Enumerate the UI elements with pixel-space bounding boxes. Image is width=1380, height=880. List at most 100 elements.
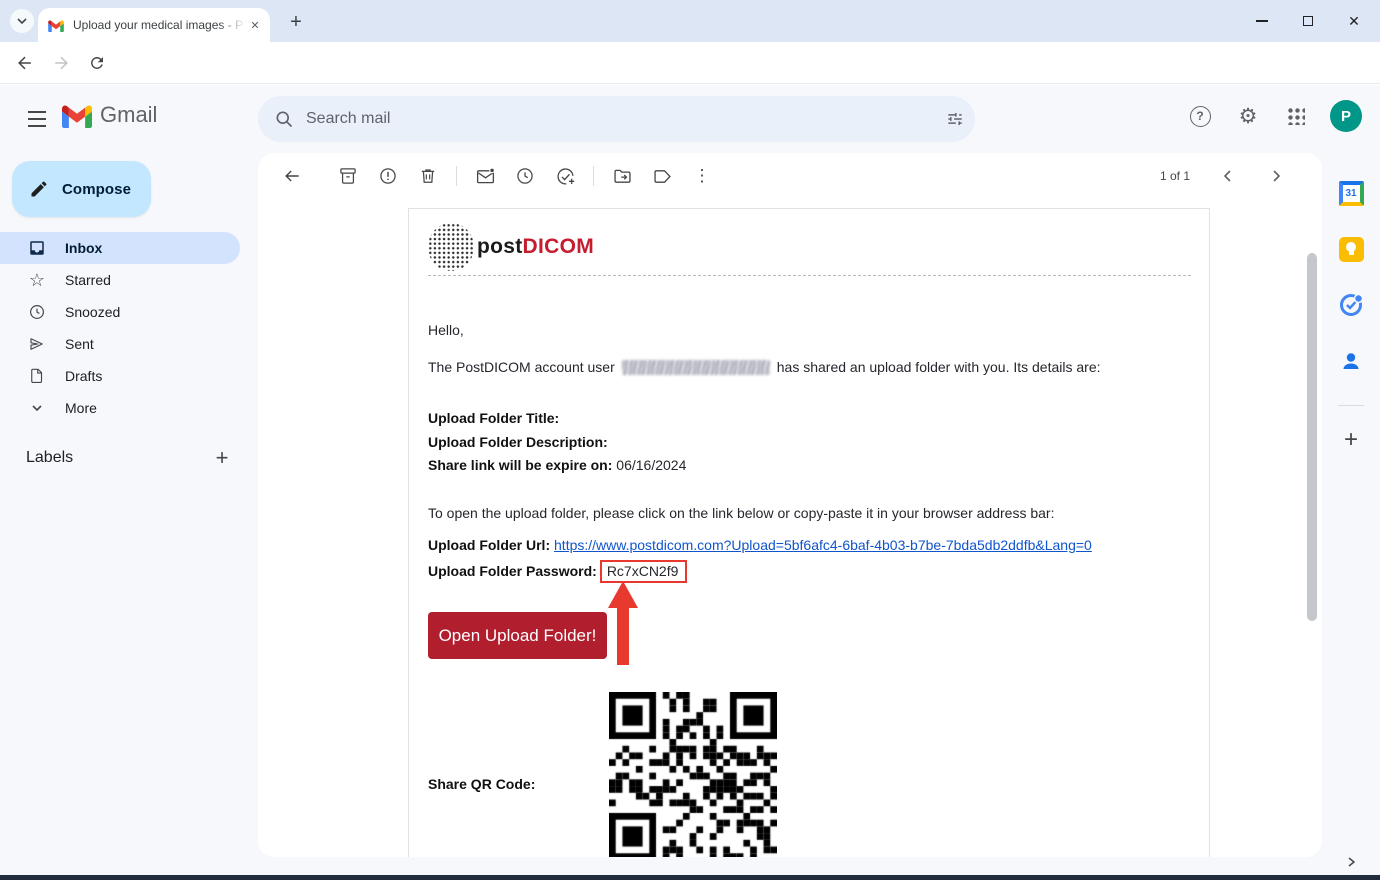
- sidebar-item-label: Inbox: [65, 240, 102, 256]
- sidebar-item-label: Starred: [65, 272, 111, 288]
- dotted-globe-icon: [428, 223, 474, 271]
- search-icon: [274, 109, 294, 129]
- mail-view: ⋮ 1 of 1 postDICOM Hello,: [258, 153, 1322, 857]
- back-to-inbox-button[interactable]: [272, 156, 312, 196]
- gmail-app: Gmail ? ⚙ P Compose: [0, 85, 1380, 875]
- window-minimize-button[interactable]: [1254, 13, 1270, 29]
- instruction-text: To open the upload folder, please click …: [428, 505, 1054, 521]
- sidebar-item-drafts[interactable]: Drafts: [0, 360, 240, 392]
- qr-code-image: [609, 692, 777, 857]
- mark-unread-button[interactable]: [465, 156, 505, 196]
- get-addons-button[interactable]: +: [1344, 426, 1358, 454]
- compose-button[interactable]: Compose: [12, 161, 151, 217]
- calendar-icon: 31: [1339, 181, 1364, 206]
- main-menu-button[interactable]: [24, 106, 50, 132]
- newer-button[interactable]: [1208, 156, 1248, 196]
- settings-button[interactable]: ⚙: [1234, 102, 1262, 130]
- forward-arrow-icon: [51, 53, 71, 73]
- brand-word-post: post: [477, 235, 523, 258]
- open-upload-folder-button[interactable]: Open Upload Folder!: [428, 612, 607, 659]
- email-body: postDICOM Hello, The PostDICOM account u…: [408, 208, 1210, 857]
- account-avatar[interactable]: P: [1330, 100, 1362, 132]
- clock-icon: [515, 166, 535, 186]
- new-tab-button[interactable]: +: [283, 9, 309, 35]
- archive-button[interactable]: [328, 156, 368, 196]
- browser-titlebar: Upload your medical images - P ✕ + ✕: [0, 0, 1380, 42]
- window-maximize-button[interactable]: [1300, 13, 1316, 29]
- browser-toolbar: mail.google.com/mail/u/0/#inbox/FMfcgzGx…: [0, 42, 1380, 84]
- forward-button[interactable]: [48, 50, 74, 76]
- sidebar: Compose Inbox ☆ Starred Snoozed: [0, 153, 256, 875]
- sidebar-item-label: Sent: [65, 336, 94, 352]
- sidebar-item-more[interactable]: More: [0, 392, 240, 424]
- help-button[interactable]: ?: [1186, 102, 1214, 130]
- back-button[interactable]: [12, 50, 38, 76]
- reload-button[interactable]: [84, 50, 110, 76]
- mail-toolbar: ⋮ 1 of 1: [258, 153, 1322, 199]
- qr-code-label: Share QR Code:: [428, 776, 535, 792]
- snooze-button[interactable]: [505, 156, 545, 196]
- sidebar-item-snoozed[interactable]: Snoozed: [0, 296, 240, 328]
- sidebar-item-inbox[interactable]: Inbox: [0, 232, 240, 264]
- scrollbar-thumb[interactable]: [1307, 253, 1317, 621]
- google-apps-button[interactable]: [1282, 102, 1310, 130]
- envelope-unread-icon: [475, 166, 496, 187]
- upload-url-line: Upload Folder Url: https://www.postdicom…: [428, 537, 1092, 553]
- search-bar[interactable]: [258, 96, 975, 142]
- reload-icon: [88, 54, 106, 72]
- tasks-icon: [1338, 292, 1364, 318]
- pencil-icon: [29, 179, 49, 199]
- gmail-m-icon: [62, 103, 92, 128]
- upload-folder-link[interactable]: https://www.postdicom.com?Upload=5bf6afc…: [554, 537, 1092, 553]
- star-icon: ☆: [27, 270, 47, 290]
- tab-close-button[interactable]: ✕: [246, 16, 264, 34]
- greeting-text: Hello,: [428, 322, 464, 338]
- window-bottom-edge: [0, 875, 1380, 880]
- folder-title-label: Upload Folder Title:: [428, 410, 559, 426]
- annotation-arrow-icon: [608, 581, 638, 665]
- keep-button[interactable]: [1337, 235, 1365, 263]
- add-to-tasks-button[interactable]: [545, 156, 585, 196]
- rail-divider: [1338, 405, 1364, 406]
- sidebar-item-starred[interactable]: ☆ Starred: [0, 264, 240, 296]
- gear-icon: ⚙: [1239, 104, 1258, 129]
- apps-grid-icon: [1287, 107, 1305, 125]
- kebab-icon: ⋮: [694, 166, 711, 186]
- search-input[interactable]: [306, 110, 933, 128]
- pagination-label: 1 of 1: [1160, 169, 1190, 183]
- keep-icon: [1339, 237, 1364, 262]
- move-to-button[interactable]: [602, 156, 642, 196]
- send-icon: [27, 334, 47, 354]
- window-close-button[interactable]: ✕: [1346, 13, 1362, 29]
- create-label-button[interactable]: +: [210, 446, 234, 470]
- tasks-button[interactable]: [1337, 291, 1365, 319]
- clock-icon: [27, 302, 47, 322]
- trash-icon: [418, 166, 438, 186]
- browser-tab[interactable]: Upload your medical images - P ✕: [38, 8, 270, 42]
- search-filter-icon[interactable]: [945, 109, 965, 129]
- folder-description-label: Upload Folder Description:: [428, 434, 608, 450]
- tab-search-button[interactable]: [10, 9, 34, 33]
- report-spam-icon: [378, 166, 398, 186]
- sidebar-item-sent[interactable]: Sent: [0, 328, 240, 360]
- contacts-button[interactable]: [1337, 347, 1365, 375]
- redacted-username: [622, 360, 770, 375]
- report-spam-button[interactable]: [368, 156, 408, 196]
- delete-button[interactable]: [408, 156, 448, 196]
- inbox-icon: [27, 238, 47, 258]
- draft-file-icon: [27, 366, 47, 386]
- intro-text: The PostDICOM account userhas shared an …: [428, 359, 1101, 375]
- chevron-down-icon: [16, 15, 28, 27]
- task-add-icon: [555, 166, 576, 187]
- gmail-wordmark: Gmail: [100, 102, 157, 128]
- contacts-icon: [1338, 348, 1364, 374]
- calendar-button[interactable]: 31: [1337, 179, 1365, 207]
- gmail-favicon: [48, 19, 64, 32]
- side-panel-rail: 31 +: [1322, 153, 1380, 875]
- move-folder-icon: [612, 166, 633, 187]
- labels-button[interactable]: [642, 156, 682, 196]
- label-tag-icon: [652, 166, 673, 187]
- more-options-button[interactable]: ⋮: [682, 156, 722, 196]
- older-button[interactable]: [1256, 156, 1296, 196]
- side-panel-toggle[interactable]: [1344, 855, 1358, 869]
